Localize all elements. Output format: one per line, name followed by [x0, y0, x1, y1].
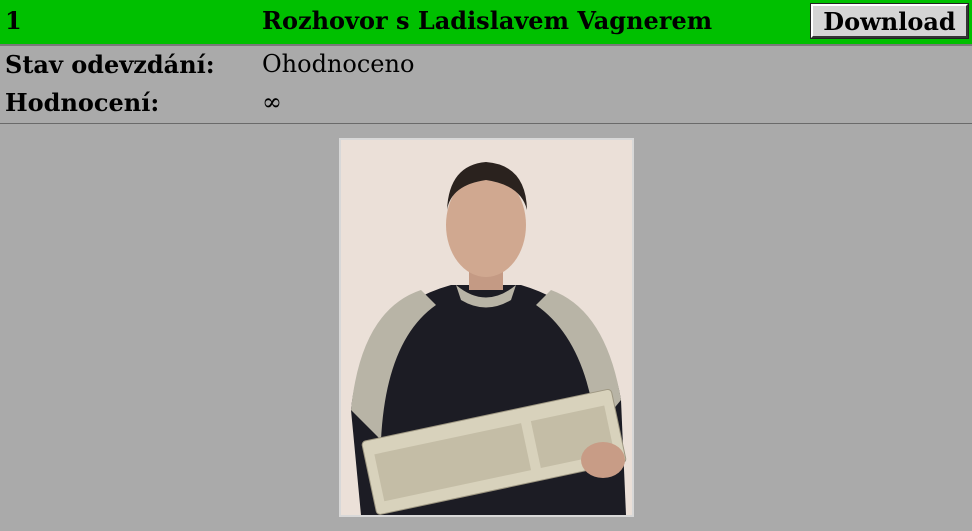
rating-value: ∞: [262, 88, 282, 116]
rating-label: Hodnocení:: [5, 88, 160, 117]
status-value: Ohodnoceno: [262, 50, 415, 78]
submission-title: Rozhovor s Ladislavem Vagnerem: [262, 6, 713, 35]
download-button[interactable]: Download: [810, 3, 969, 39]
submission-photo: [339, 138, 634, 517]
submission-header: 1 Rozhovor s Ladislavem Vagnerem Downloa…: [0, 0, 972, 46]
submission-number: 1: [5, 6, 22, 35]
divider: [0, 123, 972, 124]
status-label: Stav odevzdání:: [5, 50, 215, 79]
